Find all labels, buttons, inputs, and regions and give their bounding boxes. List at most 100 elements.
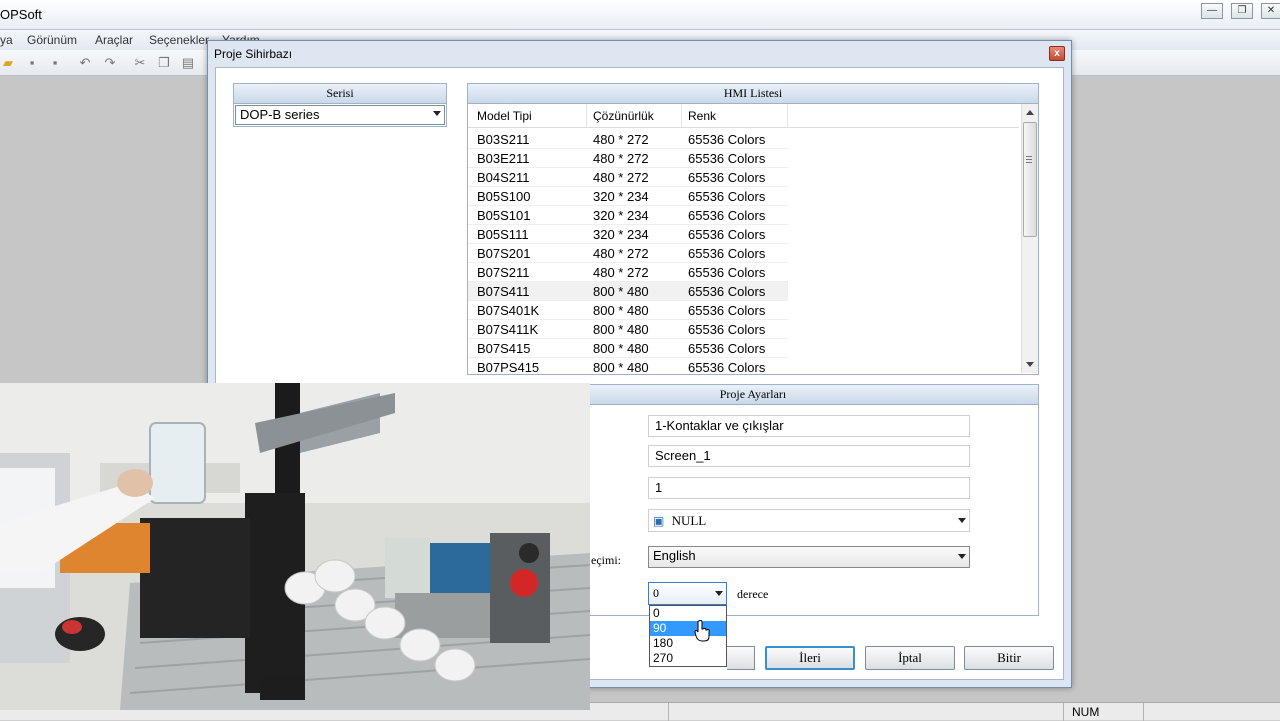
- rotation-unit-label: derece: [737, 587, 769, 601]
- status-cell: [668, 703, 1063, 721]
- row-model: B05S100: [477, 189, 531, 204]
- column-header-resolution[interactable]: Çözünürlük: [593, 109, 654, 123]
- series-header: Serisi: [234, 84, 446, 104]
- rotation-option-270[interactable]: 270: [650, 651, 726, 666]
- language-label: eçimi:: [591, 553, 621, 567]
- row-resolution: 320 * 234: [593, 227, 649, 242]
- table-row[interactable]: B07S411K 800 * 480 65536 Colors: [468, 320, 788, 339]
- status-num: NUM: [1063, 703, 1143, 721]
- row-resolution: 480 * 272: [593, 132, 649, 147]
- table-row[interactable]: B05S111 320 * 234 65536 Colors: [468, 225, 788, 244]
- undo-icon[interactable]: ↶: [77, 55, 93, 71]
- row-resolution: 800 * 480: [593, 341, 649, 356]
- row-resolution: 480 * 272: [593, 151, 649, 166]
- rotation-select[interactable]: 0: [648, 582, 727, 605]
- row-resolution: 320 * 234: [593, 208, 649, 223]
- row-color: 65536 Colors: [688, 303, 766, 318]
- back-button[interactable]: [727, 646, 755, 670]
- series-value: DOP-B series: [240, 107, 320, 122]
- rotation-option-180[interactable]: 180: [650, 636, 726, 651]
- menu-view[interactable]: Görünüm: [27, 33, 77, 47]
- next-button[interactable]: İleri: [765, 646, 855, 670]
- row-resolution: 320 * 234: [593, 189, 649, 204]
- row-color: 65536 Colors: [688, 208, 766, 223]
- table-row[interactable]: B05S101 320 * 234 65536 Colors: [468, 206, 788, 225]
- hmi-list-scrollbar[interactable]: [1021, 104, 1038, 373]
- table-row[interactable]: B07S411 800 * 480 65536 Colors: [468, 282, 788, 301]
- overlay-video: [0, 383, 590, 710]
- column-divider: [586, 104, 587, 128]
- row-resolution: 800 * 480: [593, 284, 649, 299]
- menu-options[interactable]: Seçenekler: [149, 33, 209, 47]
- row-color: 65536 Colors: [688, 189, 766, 204]
- language-value: English: [653, 548, 696, 563]
- table-row[interactable]: B07S401K 800 * 480 65536 Colors: [468, 301, 788, 320]
- finish-button[interactable]: Bitir: [964, 646, 1054, 670]
- cancel-button[interactable]: İptal: [865, 646, 955, 670]
- table-row[interactable]: B05S100 320 * 234 65536 Colors: [468, 187, 788, 206]
- printer-icon: ▣: [653, 514, 665, 528]
- language-select[interactable]: English: [648, 546, 970, 568]
- chevron-down-icon: [958, 518, 966, 523]
- scroll-up-icon[interactable]: [1026, 110, 1034, 115]
- row-resolution: 480 * 272: [593, 246, 649, 261]
- row-resolution: 480 * 272: [593, 170, 649, 185]
- printer-select[interactable]: ▣ NULL: [648, 509, 970, 532]
- menu-file[interactable]: ya: [0, 33, 13, 47]
- status-cell: [1143, 703, 1280, 721]
- close-icon[interactable]: x: [1049, 46, 1065, 61]
- series-panel: Serisi DOP-B series: [233, 83, 447, 127]
- app-window: OPSoft — ❐ ✕ ya Görünüm Araçlar Seçenekl…: [0, 0, 1280, 721]
- paste-icon[interactable]: ▤: [180, 55, 196, 71]
- copy-icon[interactable]: ❐: [156, 55, 172, 71]
- row-color: 65536 Colors: [688, 132, 766, 147]
- column-header-color[interactable]: Renk: [688, 109, 716, 123]
- redo-icon[interactable]: ↷: [102, 55, 118, 71]
- rotation-dropdown-list: 0 90 180 270: [649, 605, 727, 667]
- open-folder-icon[interactable]: ▰: [0, 55, 16, 71]
- row-color: 65536 Colors: [688, 246, 766, 261]
- row-model: B07S415: [477, 341, 531, 356]
- save-icon[interactable]: ▪: [24, 55, 40, 71]
- minimize-icon[interactable]: —: [1201, 3, 1223, 19]
- row-model: B07S411K: [477, 322, 539, 337]
- scrollbar-thumb[interactable]: [1023, 122, 1037, 237]
- project-name-field[interactable]: 1-Kontaklar ve çıkışlar: [648, 415, 970, 437]
- restore-icon[interactable]: ❐: [1231, 3, 1253, 19]
- row-model: B03S211: [477, 132, 530, 147]
- row-color: 65536 Colors: [688, 360, 766, 373]
- screen-name-field[interactable]: Screen_1: [648, 445, 970, 467]
- menu-tools[interactable]: Araçlar: [95, 33, 133, 47]
- series-select[interactable]: DOP-B series: [235, 105, 445, 125]
- table-row[interactable]: B07PS415 800 * 480 65536 Colors: [468, 358, 788, 373]
- save-all-icon[interactable]: ▪: [47, 55, 63, 71]
- row-color: 65536 Colors: [688, 170, 766, 185]
- scroll-down-icon[interactable]: [1026, 362, 1034, 367]
- table-row[interactable]: B03E211 480 * 272 65536 Colors: [468, 149, 788, 168]
- row-model: B07PS415: [477, 360, 540, 373]
- row-resolution: 480 * 272: [593, 265, 649, 280]
- hand-cursor-icon: [694, 620, 710, 642]
- printer-value: NULL: [671, 513, 707, 528]
- rotation-option-90[interactable]: 90: [650, 621, 726, 636]
- table-row[interactable]: B03S211 480 * 272 65536 Colors: [468, 130, 788, 149]
- row-model: B07S201: [477, 246, 531, 261]
- hmi-table: Model Tipi Çözünürlük Renk B03S211 480 * …: [468, 104, 1019, 373]
- hmi-list-panel: HMI Listesi Model Tipi Çözünürlük Renk B…: [467, 83, 1039, 375]
- row-color: 65536 Colors: [688, 341, 766, 356]
- table-row[interactable]: B07S415 800 * 480 65536 Colors: [468, 339, 788, 358]
- table-row[interactable]: B07S201 480 * 272 65536 Colors: [468, 244, 788, 263]
- row-model: B07S401K: [477, 303, 540, 318]
- column-divider: [681, 104, 682, 128]
- row-model: B05S101: [477, 208, 531, 223]
- screen-number-field[interactable]: 1: [648, 477, 970, 499]
- cut-icon[interactable]: ✂: [132, 55, 148, 71]
- chevron-down-icon: [958, 554, 966, 559]
- table-row[interactable]: B07S211 480 * 272 65536 Colors: [468, 263, 788, 282]
- column-header-model[interactable]: Model Tipi: [477, 109, 532, 123]
- table-row[interactable]: B04S211 480 * 272 65536 Colors: [468, 168, 788, 187]
- close-icon[interactable]: ✕: [1261, 3, 1280, 19]
- rotation-option-0[interactable]: 0: [650, 606, 726, 621]
- row-model: B07S211: [477, 265, 530, 280]
- hmi-list-header: HMI Listesi: [468, 84, 1038, 104]
